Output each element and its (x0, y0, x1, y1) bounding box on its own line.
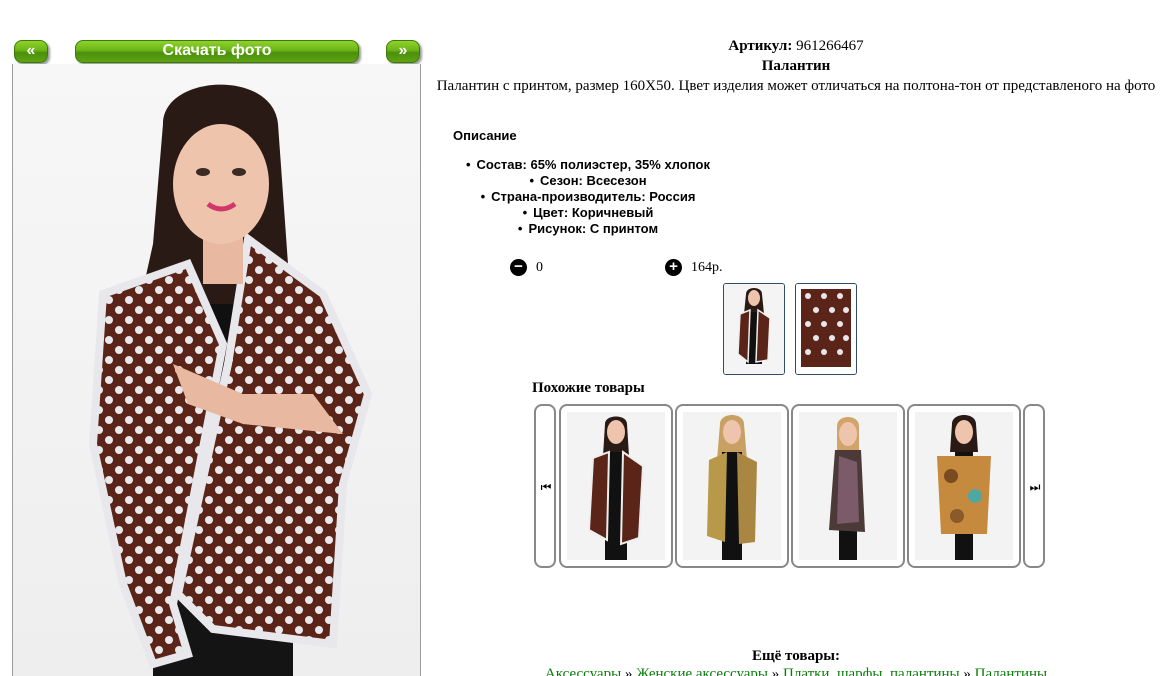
breadcrumb-separator: » (771, 666, 780, 676)
product-title: Палантин (761, 58, 831, 74)
photo-thumbnail-pattern[interactable] (795, 283, 857, 375)
quantity-control: −0 (510, 258, 543, 278)
previous-photo-button[interactable]: « (14, 40, 48, 63)
thumbnail-model-image (724, 284, 784, 374)
add-to-cart-control: +164р. (665, 258, 723, 278)
product-description: Палантин с принтом, размер 160Х50. Цвет … (436, 78, 1156, 94)
attribute-item: Состав: 65% полиэстер, 35% хлопок (428, 157, 748, 173)
similar-product-image (799, 412, 897, 560)
breadcrumb-separator: » (963, 666, 971, 676)
price-value: 164р. (691, 260, 723, 275)
similar-product-card[interactable] (675, 404, 789, 568)
next-photo-button[interactable]: » (386, 40, 420, 63)
attribute-item: Цвет: Коричневый (428, 205, 748, 221)
carousel-prev-button[interactable]: ⏮ (534, 404, 556, 568)
breadcrumb-link-accessories[interactable]: Аксессуары (545, 666, 621, 676)
similar-product-card[interactable] (559, 404, 673, 568)
breadcrumb-link-scarves[interactable]: Платки, шарфы, палантины (783, 666, 960, 676)
attribute-item: Страна-производитель: Россия (428, 189, 748, 205)
skip-forward-icon: ⏭ (1029, 480, 1041, 494)
similar-product-image (683, 412, 781, 560)
attribute-list: Состав: 65% полиэстер, 35% хлопок Сезон:… (428, 157, 748, 237)
similar-product-card[interactable] (907, 404, 1021, 568)
attribute-item: Сезон: Всесезон (428, 173, 748, 189)
quantity-value: 0 (536, 260, 543, 275)
download-photo-button[interactable]: Скачать фото (75, 40, 359, 63)
breadcrumb-separator: » (624, 666, 633, 676)
thumbnail-pattern-image (796, 284, 856, 374)
sku-line: Артикул: 961266467 (428, 36, 1164, 56)
plus-circle-icon[interactable]: + (665, 259, 682, 277)
breadcrumb-link-stoles[interactable]: Палантины (975, 666, 1047, 676)
description-heading: Описание (453, 128, 517, 143)
more-products-heading: Ещё товары: (751, 648, 841, 664)
minus-circle-icon[interactable]: − (510, 259, 527, 277)
photo-thumbnail-model[interactable] (723, 283, 785, 375)
model-photo-illustration (88, 84, 373, 676)
similar-products-heading: Похожие товары (532, 380, 645, 396)
carousel-next-button[interactable]: ⏭ (1023, 404, 1045, 568)
sku-value: 961266467 (796, 38, 864, 54)
attribute-item: Рисунок: С принтом (428, 221, 748, 237)
similar-product-card[interactable] (791, 404, 905, 568)
similar-product-image (567, 412, 665, 560)
breadcrumb-link-womens-accessories[interactable]: Женские аксессуары (636, 666, 768, 676)
sku-label: Артикул: (728, 38, 793, 54)
similar-product-image (915, 412, 1013, 560)
breadcrumb: Аксессуары » Женские аксессуары » Платки… (428, 664, 1164, 676)
skip-back-icon: ⏮ (540, 480, 552, 494)
main-product-photo (12, 64, 421, 676)
